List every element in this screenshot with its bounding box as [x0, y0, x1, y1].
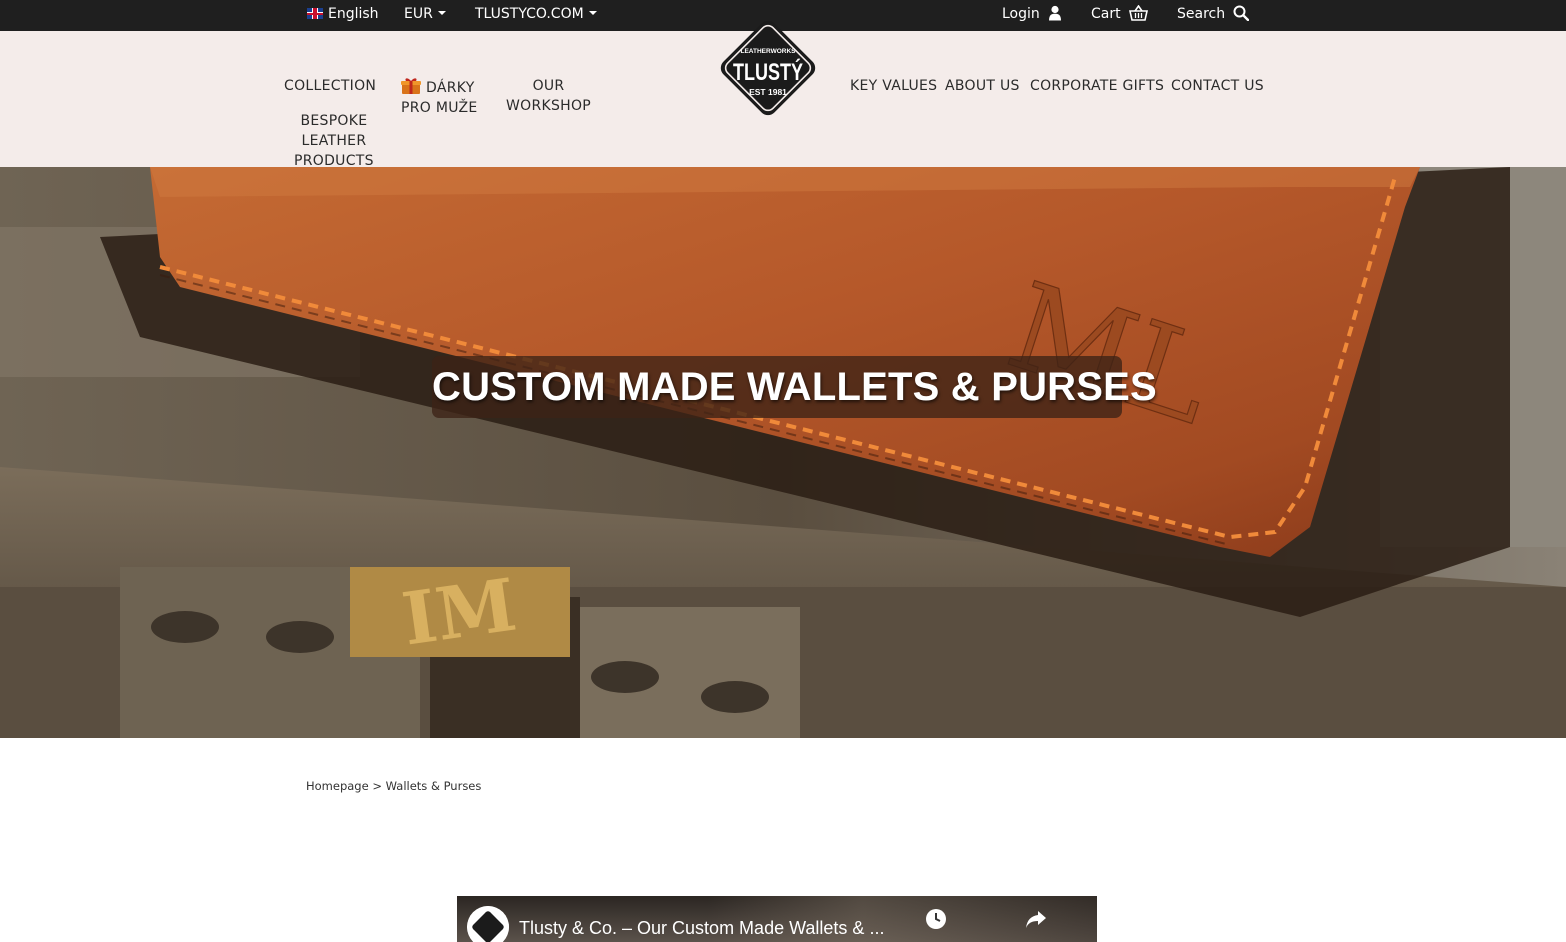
watch-later-icon[interactable] — [925, 908, 947, 930]
caret-down-icon — [437, 11, 446, 15]
nav-key-values-label: KEY VALUES — [850, 78, 938, 94]
hero-image: IM ML — [0, 167, 1566, 738]
language-label: English — [328, 6, 379, 22]
nav-bespoke[interactable]: BESPOKE LEATHER PRODUCTS — [294, 111, 374, 171]
nav-workshop-label-2: WORKSHOP — [506, 98, 592, 114]
site-selector[interactable]: TLUSTYCO.COM — [475, 0, 597, 28]
nav-bespoke-label-2: LEATHER — [301, 133, 367, 149]
nav-contact-us-label: CONTACT US — [1171, 78, 1264, 94]
breadcrumb-home-link[interactable]: Homepage — [306, 779, 369, 793]
currency-label: EUR — [404, 6, 433, 22]
logo-est-text: EST 1981 — [749, 87, 787, 97]
share-icon[interactable] — [1025, 908, 1047, 930]
basket-icon — [1128, 5, 1148, 21]
hero-banner: IM ML CUSTOM MADE WALLETS & PURSES — [0, 167, 1566, 738]
nav-workshop-label-1: OUR — [532, 78, 565, 94]
nav-gifts[interactable]: DÁRKY PRO MUŽE — [401, 77, 478, 118]
cart-label: Cart — [1091, 6, 1121, 22]
channel-avatar[interactable] — [467, 906, 509, 942]
cart-link[interactable]: Cart — [1091, 0, 1148, 28]
nav-collection[interactable]: COLLECTION — [284, 76, 376, 96]
nav-corporate-gifts-label: CORPORATE GIFTS — [1030, 78, 1165, 94]
breadcrumb: Homepage > Wallets & Purses — [306, 779, 481, 793]
search-icon — [1233, 5, 1250, 21]
nav-about-us-label: ABOUT US — [945, 78, 1020, 94]
logo-brand-text: TLUSTÝ — [733, 58, 803, 86]
search-link[interactable]: Search — [1177, 0, 1250, 28]
nav-bespoke-label-1: BESPOKE — [300, 113, 368, 129]
search-label: Search — [1177, 6, 1226, 22]
nav-about-us[interactable]: ABOUT US — [945, 76, 1020, 96]
tlusty-logo[interactable]: LEATHERWORKS TLUSTÝ EST 1981 — [709, 7, 827, 129]
type-letters: IM — [397, 562, 521, 662]
breadcrumb-separator: > — [372, 779, 382, 793]
nav-collection-label: COLLECTION — [284, 78, 377, 94]
nav-gifts-label-2: PRO MUŽE — [401, 100, 478, 116]
video-title[interactable]: Tlusty & Co. – Our Custom Made Wallets &… — [519, 918, 884, 939]
nav-workshop[interactable]: OUR WORKSHOP — [506, 76, 591, 116]
currency-selector[interactable]: EUR — [404, 0, 446, 28]
page-title: CUSTOM MADE WALLETS & PURSES — [432, 365, 1157, 409]
user-icon — [1048, 5, 1061, 21]
caret-down-icon — [588, 11, 597, 15]
uk-flag-icon — [307, 8, 323, 19]
login-label: Login — [1002, 6, 1040, 22]
video-embed[interactable]: Tlusty & Co. – Our Custom Made Wallets &… — [457, 896, 1097, 942]
language-selector[interactable]: English — [307, 0, 379, 28]
breadcrumb-current: Wallets & Purses — [385, 779, 482, 793]
nav-contact-us[interactable]: CONTACT US — [1171, 76, 1264, 96]
logo-top-text: LEATHERWORKS — [740, 48, 796, 55]
login-link[interactable]: Login — [1002, 0, 1062, 28]
site-label: TLUSTYCO.COM — [475, 6, 584, 22]
nav-corporate-gifts[interactable]: CORPORATE GIFTS — [1030, 76, 1164, 96]
nav-gifts-label-1: DÁRKY — [426, 80, 475, 96]
gift-icon — [401, 78, 421, 94]
nav-key-values[interactable]: KEY VALUES — [850, 76, 937, 96]
